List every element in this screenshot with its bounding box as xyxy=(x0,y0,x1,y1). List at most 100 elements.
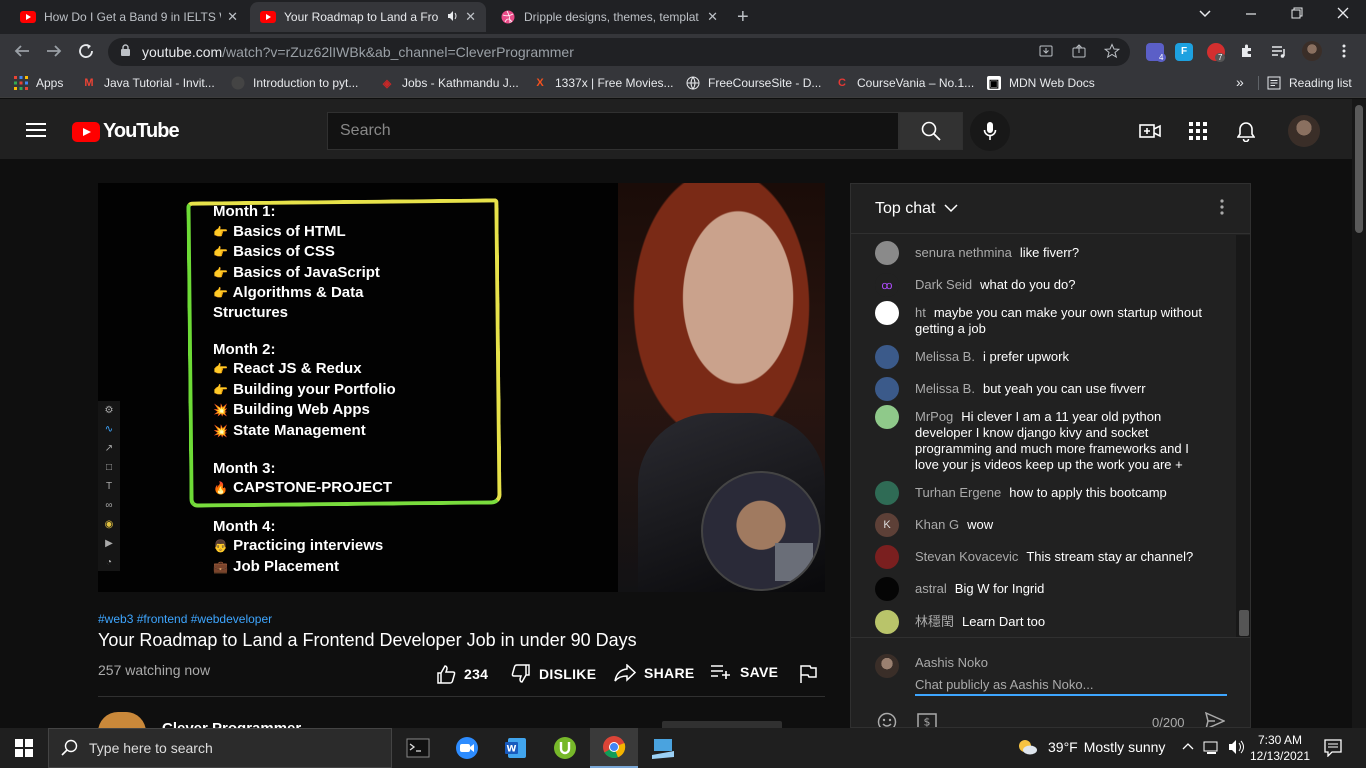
search-button[interactable] xyxy=(899,112,963,150)
restore-window-icon[interactable] xyxy=(1290,6,1304,24)
subscribe-button[interactable] xyxy=(662,721,782,728)
bookmark-1337x[interactable]: X 1337x | Free Movies... xyxy=(533,76,673,90)
file-transfer-app-icon[interactable] xyxy=(639,728,687,768)
bookmark-jobs-kathmandu[interactable]: ◈ Jobs - Kathmandu J... xyxy=(380,76,519,90)
chat-author-name[interactable]: Stevan Kovacevic xyxy=(915,549,1018,564)
channel-name[interactable]: Clever Programmer xyxy=(162,720,301,728)
chat-author-avatar[interactable]: K xyxy=(875,513,899,537)
bookmark-intro-python[interactable]: Introduction to pyt... xyxy=(231,76,358,90)
chat-mode-dropdown[interactable]: Top chat xyxy=(875,200,958,218)
network-icon[interactable] xyxy=(1203,739,1221,758)
chat-author-avatar[interactable] xyxy=(875,405,899,429)
bookmark-star-icon[interactable] xyxy=(1103,43,1121,63)
back-arrow-icon[interactable] xyxy=(13,42,31,65)
tab-dripple[interactable]: Dripple designs, themes, templat ✕ xyxy=(490,2,728,32)
install-app-icon[interactable] xyxy=(1038,43,1054,63)
show-hidden-icons-chevron-icon[interactable] xyxy=(1182,739,1194,754)
chrome-app-icon[interactable] xyxy=(590,728,638,768)
chat-author-name[interactable]: Melissa B. xyxy=(915,349,975,364)
like-button[interactable]: 234 xyxy=(436,664,488,684)
save-button[interactable]: SAVE xyxy=(710,664,778,680)
chat-scrollbar-thumb[interactable] xyxy=(1239,610,1249,636)
system-clock[interactable]: 7:30 AM 12/13/2021 xyxy=(1249,732,1311,764)
send-message-icon[interactable] xyxy=(1204,711,1226,727)
page-scrollbar[interactable] xyxy=(1352,99,1366,728)
action-center-icon[interactable] xyxy=(1324,739,1342,762)
notifications-bell-icon[interactable] xyxy=(1234,119,1258,143)
forward-arrow-icon[interactable] xyxy=(45,42,63,65)
record-extension-icon[interactable]: 7 xyxy=(1207,43,1226,62)
reading-list-button[interactable]: Reading list xyxy=(1258,76,1352,90)
bookmark-mdn[interactable]: ▣ MDN Web Docs xyxy=(987,76,1095,90)
search-input[interactable] xyxy=(328,113,898,149)
chat-author-name[interactable]: Dark Seid xyxy=(915,277,972,292)
chat-input[interactable] xyxy=(915,674,1227,694)
account-avatar[interactable] xyxy=(1288,115,1320,147)
volume-icon[interactable] xyxy=(1228,739,1246,758)
share-page-icon[interactable] xyxy=(1071,43,1087,63)
address-bar[interactable]: youtube.com/watch?v=rZuz62lIWBk&ab_chann… xyxy=(108,38,1130,66)
tab-roadmap-active[interactable]: Your Roadmap to Land a Fro ✕ xyxy=(250,2,486,32)
dislike-button[interactable]: DISLIKE xyxy=(511,664,596,684)
chat-author-name[interactable]: Khan G xyxy=(915,517,959,532)
emoji-picker-icon[interactable] xyxy=(877,712,897,727)
share-button[interactable]: SHARE xyxy=(614,664,695,682)
lock-icon[interactable] xyxy=(120,44,131,60)
chat-author-name[interactable]: 林穩閏 xyxy=(915,614,954,629)
tab-search-chevron-icon[interactable] xyxy=(1198,6,1212,24)
chat-author-name[interactable]: Melissa B. xyxy=(915,381,975,396)
chat-scrollbar[interactable] xyxy=(1236,235,1250,637)
profile-avatar[interactable] xyxy=(1302,41,1322,61)
chat-message-list[interactable]: senura nethmina like fiverr? ꝏ Dark Seid wha… xyxy=(851,235,1235,637)
chat-author-avatar[interactable] xyxy=(875,577,899,601)
youtube-logo[interactable]: YouTube xyxy=(72,120,180,143)
word-app-icon[interactable]: W xyxy=(492,728,540,768)
close-tab-icon[interactable]: ✕ xyxy=(707,9,718,25)
bookmark-apps[interactable]: Apps xyxy=(14,76,63,90)
video-player[interactable]: ⚙ ∿ ↗ □ T ∞ ◉ ▶ ◔ Month 1: 👉 Basics of HT… xyxy=(98,183,825,592)
bookmark-freecoursesite[interactable]: FreeCourseSite - D... xyxy=(686,76,821,90)
bookmark-java-tutorial[interactable]: M Java Tutorial - Invit... xyxy=(82,76,214,90)
voice-search-button[interactable] xyxy=(970,111,1010,151)
page-scrollbar-thumb[interactable] xyxy=(1355,105,1363,233)
chrome-menu-icon[interactable] xyxy=(1338,43,1350,63)
utorrent-app-icon[interactable] xyxy=(541,728,589,768)
chat-author-name[interactable]: MrPog xyxy=(915,409,953,424)
chat-author-name[interactable]: ht xyxy=(915,305,926,320)
chat-author-avatar[interactable] xyxy=(875,545,899,569)
chat-author-name[interactable]: senura nethmina xyxy=(915,245,1012,260)
close-tab-icon[interactable]: ✕ xyxy=(227,9,238,25)
teams-extension-icon[interactable]: 4 xyxy=(1146,43,1167,62)
chat-author-avatar[interactable] xyxy=(875,241,899,265)
new-tab-button[interactable]: + xyxy=(737,6,749,29)
terminal-app-icon[interactable] xyxy=(394,728,442,768)
media-controls-icon[interactable] xyxy=(1271,43,1287,63)
minimize-window-icon[interactable] xyxy=(1244,6,1258,24)
weather-widget[interactable]: 39°F Mostly sunny xyxy=(1016,738,1165,756)
tab-ielts[interactable]: How Do I Get a Band 9 in IELTS W ✕ xyxy=(10,2,248,32)
chat-author-avatar[interactable] xyxy=(875,301,899,325)
chat-author-avatar[interactable] xyxy=(875,481,899,505)
reload-icon[interactable] xyxy=(77,42,95,65)
start-button[interactable] xyxy=(0,728,48,768)
chat-more-options-icon[interactable] xyxy=(1219,198,1225,221)
taskbar-search-box[interactable]: Type here to search xyxy=(48,728,392,768)
chat-author-avatar[interactable] xyxy=(875,345,899,369)
bookmark-coursevania[interactable]: C CourseVania – No.1... xyxy=(835,76,974,90)
chat-author-avatar[interactable] xyxy=(875,377,899,401)
chat-author-name[interactable]: astral xyxy=(915,581,947,596)
close-window-icon[interactable] xyxy=(1336,6,1350,24)
hamburger-menu-icon[interactable] xyxy=(26,123,46,137)
fi-extension-icon[interactable]: F xyxy=(1175,43,1193,61)
chat-author-avatar[interactable] xyxy=(875,610,899,634)
video-hashtags[interactable]: #web3 #frontend #webdeveloper xyxy=(98,612,272,626)
report-button[interactable] xyxy=(799,664,825,684)
more-bookmarks-icon[interactable]: » xyxy=(1236,74,1244,90)
apps-grid-icon[interactable] xyxy=(1186,119,1210,143)
audio-playing-icon[interactable] xyxy=(447,10,459,25)
extensions-puzzle-icon[interactable] xyxy=(1239,43,1255,63)
super-chat-dollar-icon[interactable]: $ xyxy=(917,712,937,727)
close-tab-icon[interactable]: ✕ xyxy=(465,9,476,25)
chat-author-name[interactable]: Turhan Ergene xyxy=(915,485,1001,500)
create-video-icon[interactable] xyxy=(1138,119,1162,143)
